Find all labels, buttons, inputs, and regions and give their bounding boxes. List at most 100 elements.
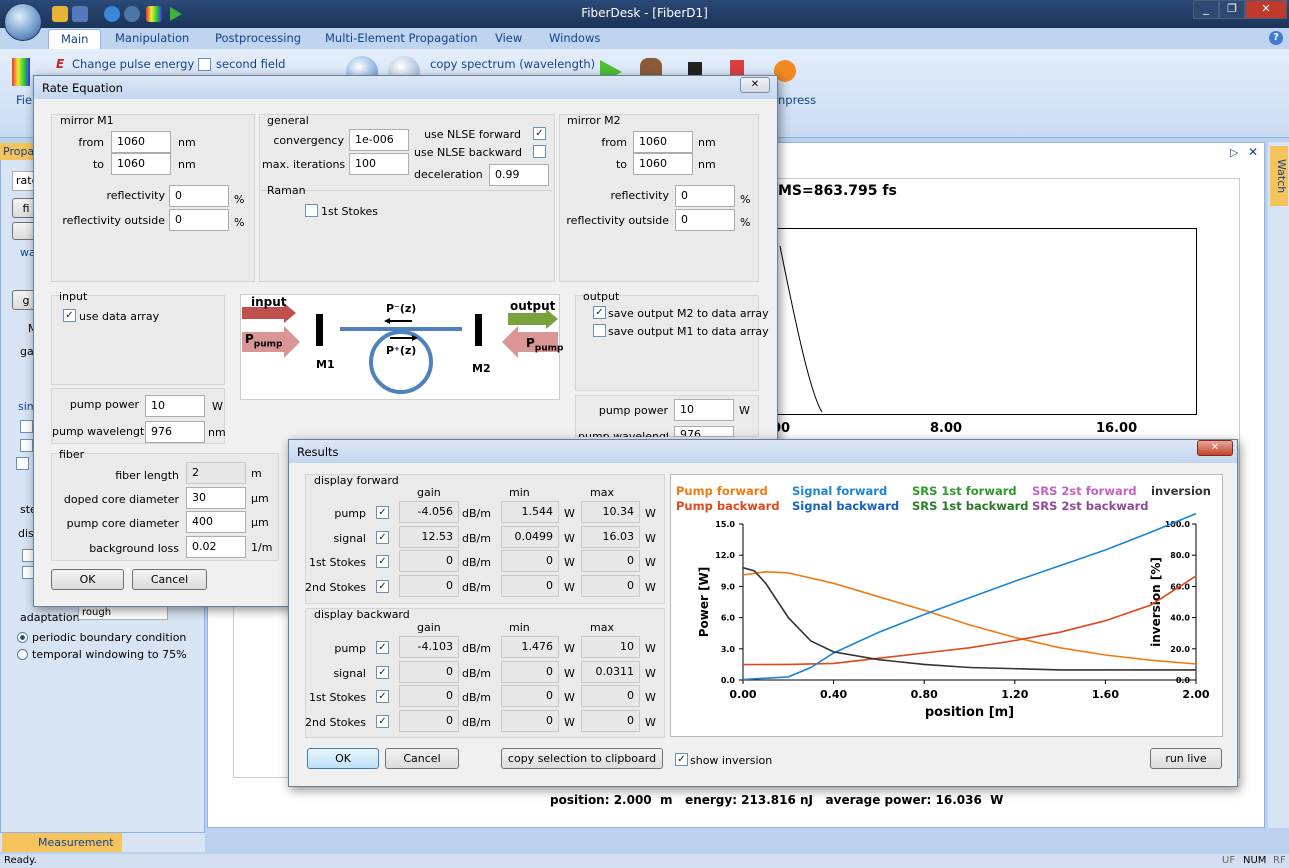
bwd-row-checkbox[interactable]: ✓ [376,665,389,679]
results-cancel-button[interactable]: Cancel [385,748,459,769]
max-iterations-input[interactable]: 100 [349,153,409,175]
sim-checkbox-3[interactable] [16,457,29,470]
field-icon[interactable] [12,58,30,86]
m1-refl-input[interactable]: 0 [169,185,229,207]
bwd-row-name: 2nd Stokes [305,715,366,729]
bwd-row-checkbox[interactable]: ✓ [376,641,389,654]
tab-windows[interactable]: Windows [549,31,600,49]
fwd-gain-unit: dB/m [462,531,491,545]
m1-refl-out-input[interactable]: 0 [169,209,229,231]
bwd-row-checkbox[interactable]: ✓ [376,690,389,703]
rainbow-icon[interactable] [146,6,162,22]
results-close-button[interactable]: ✕ [1197,440,1233,456]
tab-multi-element[interactable]: Multi-Element Propagation [325,31,478,49]
bwd-col-min: min [509,621,530,634]
m2-from-label: from [601,136,627,149]
fwd-max-value: 0 [581,550,640,572]
fwd-max-unit: W [645,507,656,520]
tab-main[interactable]: Main [48,29,102,49]
fwd-gain-unit: dB/m [462,507,491,520]
input-pump-wl-input[interactable]: 976 [145,421,205,443]
rate-eq-ok-button[interactable]: OK [51,569,124,590]
change-pulse-energy-button[interactable]: Change pulse energy [72,57,194,71]
adaptation-label: adaptation [20,611,80,624]
m2-refl-input[interactable]: 0 [675,185,735,207]
pump-core-input[interactable]: 400 [186,511,246,533]
pulse-x-tick-2: 16.00 [1096,421,1138,436]
fwd-row-checkbox[interactable]: ✓ [376,555,389,568]
output-pump-power-input[interactable]: 10 [674,399,734,421]
fwd-gain-value: 0 [399,550,459,572]
tab-postprocessing[interactable]: Postprocessing [215,31,301,49]
input-pump-power-input[interactable]: 10 [145,395,205,417]
m1-to-input[interactable]: 1060 [111,153,171,175]
bwd-gain-unit: dB/m [462,691,491,704]
watch-pane [1268,142,1289,828]
nlse-forward-checkbox[interactable]: ✓ [533,127,546,140]
fwd-col-max: max [590,486,614,499]
run-icon[interactable] [170,7,182,21]
compress-button-label[interactable]: npress [778,93,816,107]
tab-manipulation[interactable]: Manipulation [115,31,189,49]
stokes1-checkbox[interactable] [305,204,318,217]
rate-eq-close-button[interactable]: ✕ [740,77,770,93]
bwd-gain-value: 0 [399,685,459,707]
periodic-radio[interactable] [17,632,28,643]
deceleration-input[interactable]: 0.99 [489,164,549,186]
restore-button[interactable]: ❐ [1219,0,1245,19]
nlse-backward-checkbox[interactable] [533,145,546,158]
second-field-checkbox[interactable] [198,58,211,71]
fwd-row-checkbox[interactable]: ✓ [376,579,389,593]
measurement-tab[interactable]: Measurement [2,833,122,852]
ribbon-tab-strip [0,28,1289,49]
m2-to-input[interactable]: 1060 [633,153,693,175]
bwd-col-max: max [590,621,614,634]
input-pump-power-unit: W [212,400,223,413]
rate-eq-cancel-button[interactable]: Cancel [132,569,207,590]
fiber-length-input[interactable]: 2 [186,462,246,484]
globe-icon[interactable] [104,6,120,22]
sim-checkbox-1[interactable] [20,420,33,433]
show-inversion-checkbox[interactable]: ✓ [675,753,688,766]
copy-clipboard-button[interactable]: copy selection to clipboard [501,748,663,769]
m2-refl-out-unit: % [740,216,751,229]
bwd-max-unit: W [645,715,656,729]
use-data-array-checkbox[interactable]: ✓ [63,309,76,322]
minimize-button[interactable]: _ [1193,0,1219,19]
convergency-input[interactable]: 1e-006 [349,129,409,151]
save-m2-checkbox[interactable]: ✓ [593,306,606,319]
run-live-button[interactable]: run live [1150,748,1222,769]
series-line-pump-forward [742,570,1197,665]
open-icon[interactable] [52,6,68,22]
results-ok-button[interactable]: OK [307,748,379,769]
m2-refl-out-input[interactable]: 0 [675,209,735,231]
bwd-gain-unit: dB/m [462,666,491,680]
save-icon[interactable] [72,6,88,22]
doped-core-input[interactable]: 30 [186,487,246,509]
spectrum-icon[interactable] [124,6,140,22]
fwd-row-checkbox[interactable]: ✓ [376,506,389,519]
help-icon[interactable]: ? [1269,31,1283,45]
tab-view[interactable]: View [495,31,522,49]
m1-from-unit: nm [178,136,196,149]
field-button-label[interactable]: Fie [16,93,32,107]
diagram-p-plus: P⁺(z) [386,344,417,357]
output-pump-wl-input[interactable]: 976 [674,426,734,437]
adaptation-dropdown[interactable]: rough [78,606,168,620]
bwd-row-checkbox[interactable]: ✓ [376,714,389,728]
m1-from-input[interactable]: 1060 [111,131,171,153]
close-button[interactable]: ✕ [1245,0,1287,19]
y-tick-label: 6.0 [721,614,736,623]
m2-from-input[interactable]: 1060 [633,131,693,153]
copy-spectrum-button[interactable]: copy spectrum (wavelength) [430,57,595,71]
save-m1-checkbox[interactable] [593,324,606,337]
application-menu-button[interactable] [4,3,42,41]
windowing-radio[interactable] [17,649,28,660]
sim-checkbox-2[interactable] [20,439,33,452]
fwd-row-checkbox[interactable]: ✓ [376,530,389,544]
m2-refl-out-label: reflectivity outside [566,214,669,227]
doc-close-icon[interactable]: ✕ [1248,145,1258,159]
background-loss-input[interactable]: 0.02 [186,536,246,558]
pin-icon[interactable]: ▷ [1230,146,1238,159]
watch-tab[interactable]: Watch [1270,146,1288,206]
